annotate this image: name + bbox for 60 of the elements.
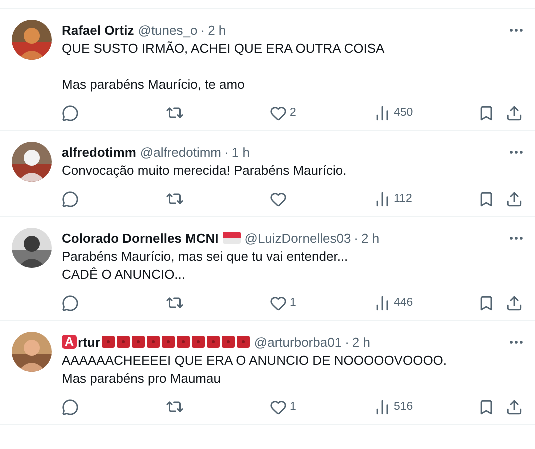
letter-badge: A — [62, 335, 78, 349]
bar-chart-icon — [374, 294, 391, 312]
flag-icon — [237, 336, 250, 348]
reply-icon — [62, 294, 79, 312]
author-handle[interactable]: @alfredotimm — [140, 144, 222, 160]
author-handle[interactable]: @tunes_o — [138, 22, 198, 38]
heart-icon — [270, 294, 287, 312]
reply-icon — [62, 190, 79, 208]
bar-chart-icon — [374, 190, 391, 208]
share-icon[interactable] — [506, 190, 523, 208]
bookmark-icon[interactable] — [478, 190, 495, 208]
flag-icon — [117, 336, 130, 348]
author-name[interactable]: Rafael Ortiz — [62, 22, 134, 38]
separator-dot: · — [354, 230, 359, 246]
heart-icon — [270, 398, 287, 416]
like-button[interactable]: 1 — [270, 294, 374, 312]
share-icon[interactable] — [506, 104, 523, 122]
author-handle[interactable]: @LuizDornelles03 — [244, 230, 352, 246]
reply-text: Convocação muito merecida! Parabéns Maurício. — [62, 162, 348, 180]
flag-icon — [132, 336, 146, 348]
post-time[interactable]: 2 h — [352, 334, 370, 350]
author-name[interactable]: rtur — [78, 334, 100, 350]
heart-icon — [270, 104, 287, 122]
bar-chart-icon — [374, 104, 391, 122]
reply-text: Mas parabéns Maurício, te amo — [62, 76, 246, 94]
bookmark-icon[interactable] — [478, 294, 495, 312]
separator-dot: · — [345, 334, 350, 350]
heart-icon — [270, 190, 287, 208]
flag-icon — [207, 336, 220, 348]
views-button[interactable]: 450 — [374, 104, 478, 122]
share-icon[interactable] — [506, 294, 523, 312]
flag-icon — [177, 336, 190, 348]
flag-icon — [222, 336, 236, 348]
flag-icon — [222, 232, 241, 244]
like-button[interactable]: 2 — [270, 104, 374, 122]
reply-text: Parabéns Maurício, mas sei que tu vai entender... CADÊ O ANUNCIO... — [62, 248, 350, 284]
like-button[interactable]: 1 — [270, 398, 374, 416]
bar-chart-icon — [374, 398, 391, 416]
bookmark-icon[interactable] — [478, 104, 495, 122]
reply-icon — [62, 104, 79, 122]
author-name[interactable]: Colorado Dornelles MCNI — [62, 230, 219, 246]
post-time[interactable]: 2 h — [362, 230, 380, 246]
reply-text: QUE SUSTO IRMÃO, ACHEI QUE ERA OUTRA COISA — [62, 40, 386, 58]
reply-text: AAAAAACHEEEEI QUE ERA O ANUNCIO DE NOOOOOVOOOO. Mas parabéns pro Maumau — [62, 352, 448, 388]
flag-icon — [162, 336, 176, 348]
author-handle[interactable]: @arturborba01 — [254, 334, 342, 350]
separator-dot: · — [200, 22, 206, 38]
views-button[interactable]: 112 — [374, 190, 478, 208]
views-button[interactable]: 516 — [374, 398, 478, 416]
share-icon[interactable] — [506, 398, 523, 416]
post-time[interactable]: 2 h — [208, 22, 226, 38]
flag-icon — [102, 336, 116, 348]
reply-icon — [62, 398, 79, 416]
separator-dot: · — [224, 144, 229, 160]
views-button[interactable]: 446 — [374, 294, 478, 312]
author-name[interactable]: alfredotimm — [62, 144, 136, 160]
bookmark-icon[interactable] — [478, 398, 495, 416]
post-time[interactable]: 1 h — [232, 144, 250, 160]
flag-icon — [192, 336, 206, 348]
flag-icon — [147, 336, 160, 348]
